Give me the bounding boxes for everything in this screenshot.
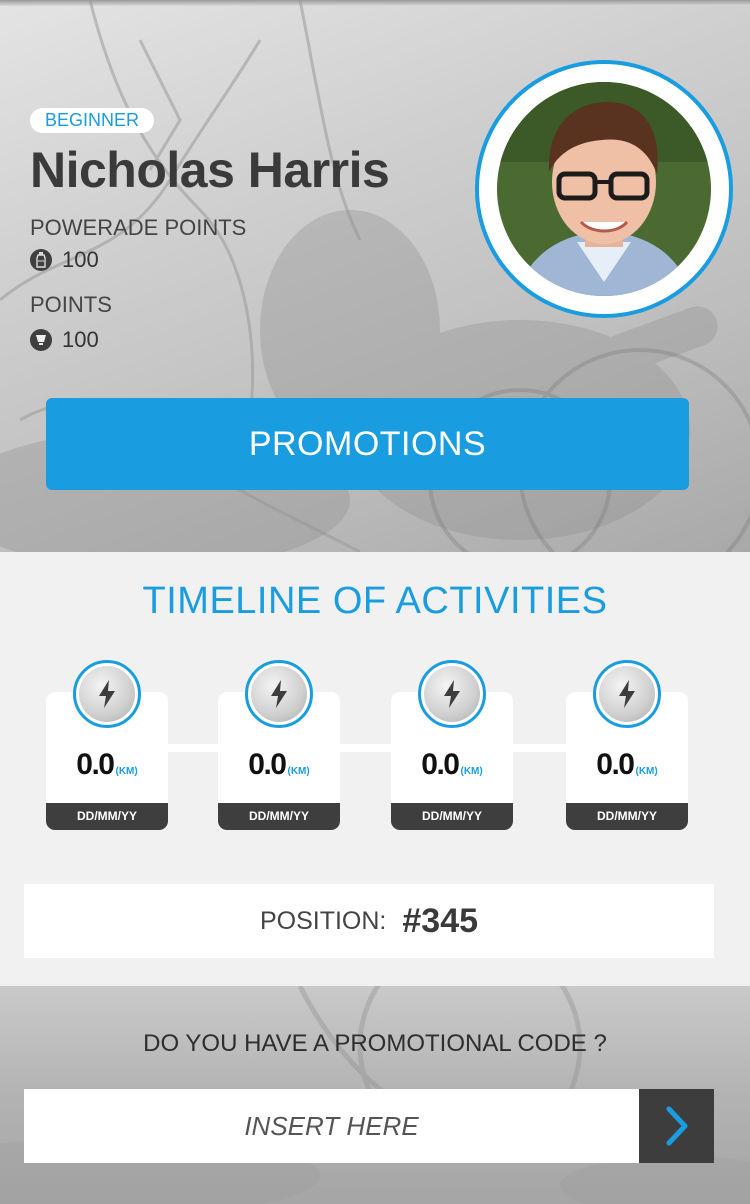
timeline-title: TIMELINE OF ACTIVITIES [142, 580, 608, 622]
activity-date: DD/MM/YY [391, 803, 513, 830]
activity-date: DD/MM/YY [218, 803, 340, 830]
points-value: 100 [62, 327, 99, 352]
timeline-section: TIMELINE OF ACTIVITIES 0.0 (KM) DD/MM/YY … [0, 552, 750, 986]
activity-badge [593, 660, 661, 728]
lightning-icon [444, 680, 460, 708]
activity-date: DD/MM/YY [566, 803, 688, 830]
lightning-icon [619, 680, 635, 708]
lightning-icon [99, 680, 115, 708]
activity-distance: 0.0 (KM) [76, 748, 138, 781]
activity-date: DD/MM/YY [46, 803, 168, 830]
bottle-icon [30, 249, 52, 271]
activity-card[interactable]: 0.0 (KM) DD/MM/YY [218, 660, 340, 830]
promo-code-question: DO YOU HAVE A PROMOTIONAL CODE ? [143, 1030, 607, 1057]
activity-badge [245, 660, 313, 728]
avatar-photo [497, 82, 711, 296]
powerade-points-value: 100 [62, 247, 99, 272]
position-label: POSITION: [259, 906, 387, 935]
promo-code-input[interactable] [24, 1089, 639, 1163]
position-box: POSITION: #345 [24, 884, 714, 958]
activity-badge [73, 660, 141, 728]
activity-card[interactable]: 0.0 (KM) DD/MM/YY [566, 660, 688, 830]
powerade-points-label: POWERADE POINTS [30, 215, 247, 240]
powerade-points-row: 100 [30, 247, 99, 273]
promo-code-section: DO YOU HAVE A PROMOTIONAL CODE ? [0, 986, 750, 1204]
activity-distance: 0.0 (KM) [248, 748, 310, 781]
timeline-connector [120, 744, 640, 752]
trophy-icon [30, 329, 52, 351]
points-label: POINTS [30, 292, 112, 317]
chevron-right-icon [666, 1106, 687, 1146]
level-badge: BEGINNER [30, 108, 155, 133]
promotions-button[interactable]: PROMOTIONS [46, 398, 689, 490]
activity-distance: 0.0 (KM) [596, 748, 658, 781]
points-row: 100 [30, 327, 99, 353]
profile-header: BEGINNER Nicholas Harris POWERADE POINTS… [0, 0, 750, 552]
activity-card[interactable]: 0.0 (KM) DD/MM/YY [391, 660, 513, 830]
user-name: Nicholas Harris [30, 142, 390, 198]
avatar[interactable] [475, 60, 733, 318]
lightning-icon [271, 680, 287, 708]
activity-badge [418, 660, 486, 728]
activity-card[interactable]: 0.0 (KM) DD/MM/YY [46, 660, 168, 830]
submit-code-button[interactable] [639, 1089, 714, 1163]
activity-distance: 0.0 (KM) [421, 748, 483, 781]
position-value: #345 [402, 901, 479, 940]
